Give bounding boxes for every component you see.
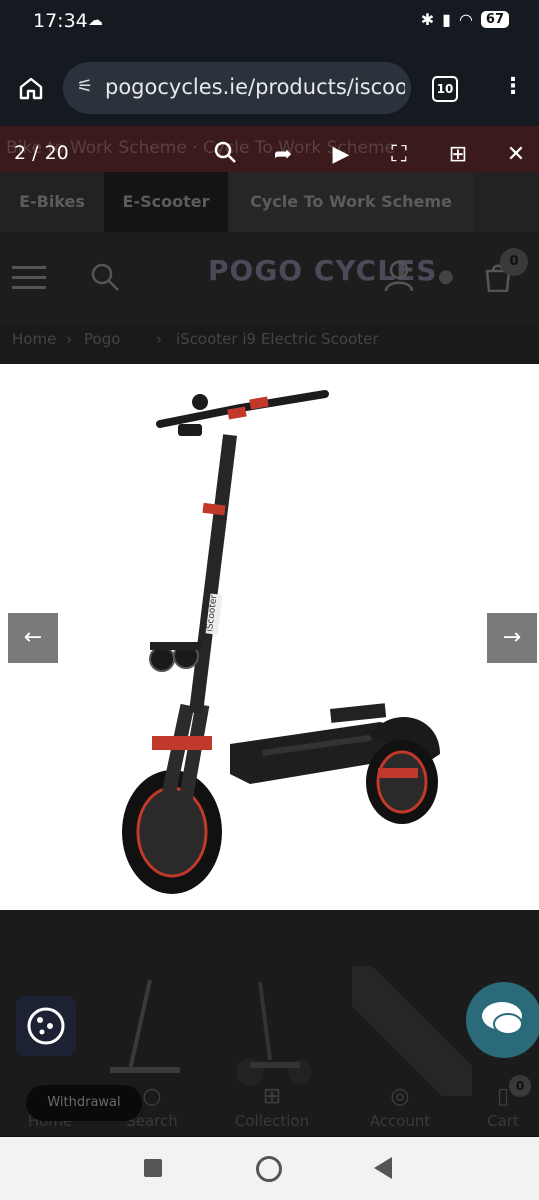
address-bar[interactable]: ⚟ pogocycles.ie/products/iscooter [63, 62, 411, 114]
tab-switcher-button[interactable]: 10 [432, 76, 458, 102]
battery-indicator: 67 [480, 11, 509, 28]
cart-count-badge: 0 [500, 248, 528, 276]
next-image-button[interactable]: → [487, 613, 537, 663]
wifi-icon: ◠ [458, 10, 473, 29]
image-viewer[interactable]: iScooter [0, 364, 539, 910]
account-icon[interactable] [384, 260, 414, 292]
zoom-icon[interactable] [210, 140, 240, 170]
fullscreen-icon[interactable]: ⛶ [384, 140, 414, 170]
hamburger-menu-icon[interactable] [12, 266, 46, 290]
breadcrumb-collection[interactable]: Pogo [84, 330, 120, 348]
clock: 17:34 [33, 10, 88, 32]
chat-button[interactable] [466, 982, 539, 1058]
gallery-grid-icon[interactable]: ⊞ [443, 140, 473, 170]
status-icons: ✱ ▮ ◠ 67 [421, 10, 509, 29]
url-text[interactable]: pogocycles.ie/products/iscooter [105, 75, 405, 99]
bluetooth-icon: ✱ [420, 10, 435, 29]
bottom-nav-account[interactable]: ◎ Account [350, 1084, 450, 1130]
home-icon[interactable] [18, 76, 44, 100]
cookie-icon [27, 1007, 65, 1045]
signal-icon: ▮ [442, 10, 451, 29]
breadcrumb-current: iScooter i9 Electric Scooter [176, 330, 379, 348]
bottom-nav-label: Account [369, 1112, 431, 1130]
image-viewer-toolbar: 2 / 20 ➦ ▶ ⛶ ⊞ ✕ [0, 126, 539, 184]
globe-icon[interactable]: ● [438, 266, 454, 287]
thumbnail-3[interactable] [352, 966, 472, 1096]
thumbnail-2[interactable] [220, 970, 330, 1090]
cloud-icon: ☁ [88, 11, 103, 29]
bottom-nav-label: Cart [487, 1112, 519, 1130]
image-counter: 2 / 20 [14, 142, 69, 164]
browser-toolbar: ⚟ pogocycles.ie/products/iscooter 10 ⋮ [0, 46, 539, 126]
web-page: Bike to Work Scheme · Cycle To Work Sche… [0, 126, 539, 1136]
previous-image-button[interactable]: ← [8, 613, 58, 663]
close-icon[interactable]: ✕ [501, 140, 531, 170]
home-button[interactable] [256, 1156, 282, 1182]
user-icon: ◎ [390, 1084, 410, 1109]
overflow-menu-icon[interactable]: ⋮ [502, 74, 524, 99]
cookie-settings-button[interactable] [16, 996, 76, 1056]
bottom-nav-label: Collection [234, 1112, 310, 1130]
breadcrumb-home[interactable]: Home [12, 330, 56, 348]
site-header: POGO CYCLES ● 0 [0, 232, 539, 324]
product-image-scooter: iScooter [122, 390, 440, 894]
site-settings-icon[interactable]: ⚟ [77, 76, 93, 97]
status-bar: 17:34 ☁ ✱ ▮ ◠ 67 [0, 0, 539, 46]
breadcrumb-separator: › [66, 330, 72, 348]
withdrawal-button[interactable]: Withdrawal [26, 1085, 142, 1121]
share-icon[interactable]: ➦ [268, 140, 298, 170]
play-slideshow-icon[interactable]: ▶ [326, 140, 356, 170]
breadcrumb-separator: › [156, 330, 162, 348]
system-navigation-bar [0, 1137, 539, 1200]
breadcrumb: Home › Pogo › iScooter i9 Electric Scoot… [0, 324, 539, 364]
grid-icon: ⊞ [262, 1084, 282, 1109]
recents-button[interactable] [144, 1159, 162, 1177]
chat-bubble-icon [482, 1002, 523, 1035]
search-icon[interactable] [90, 262, 120, 292]
bottom-cart-badge: 0 [509, 1075, 531, 1097]
back-button[interactable] [374, 1157, 392, 1179]
thumbnail-1[interactable] [80, 970, 190, 1090]
bottom-nav-collection[interactable]: ⊞ Collection [222, 1084, 322, 1130]
